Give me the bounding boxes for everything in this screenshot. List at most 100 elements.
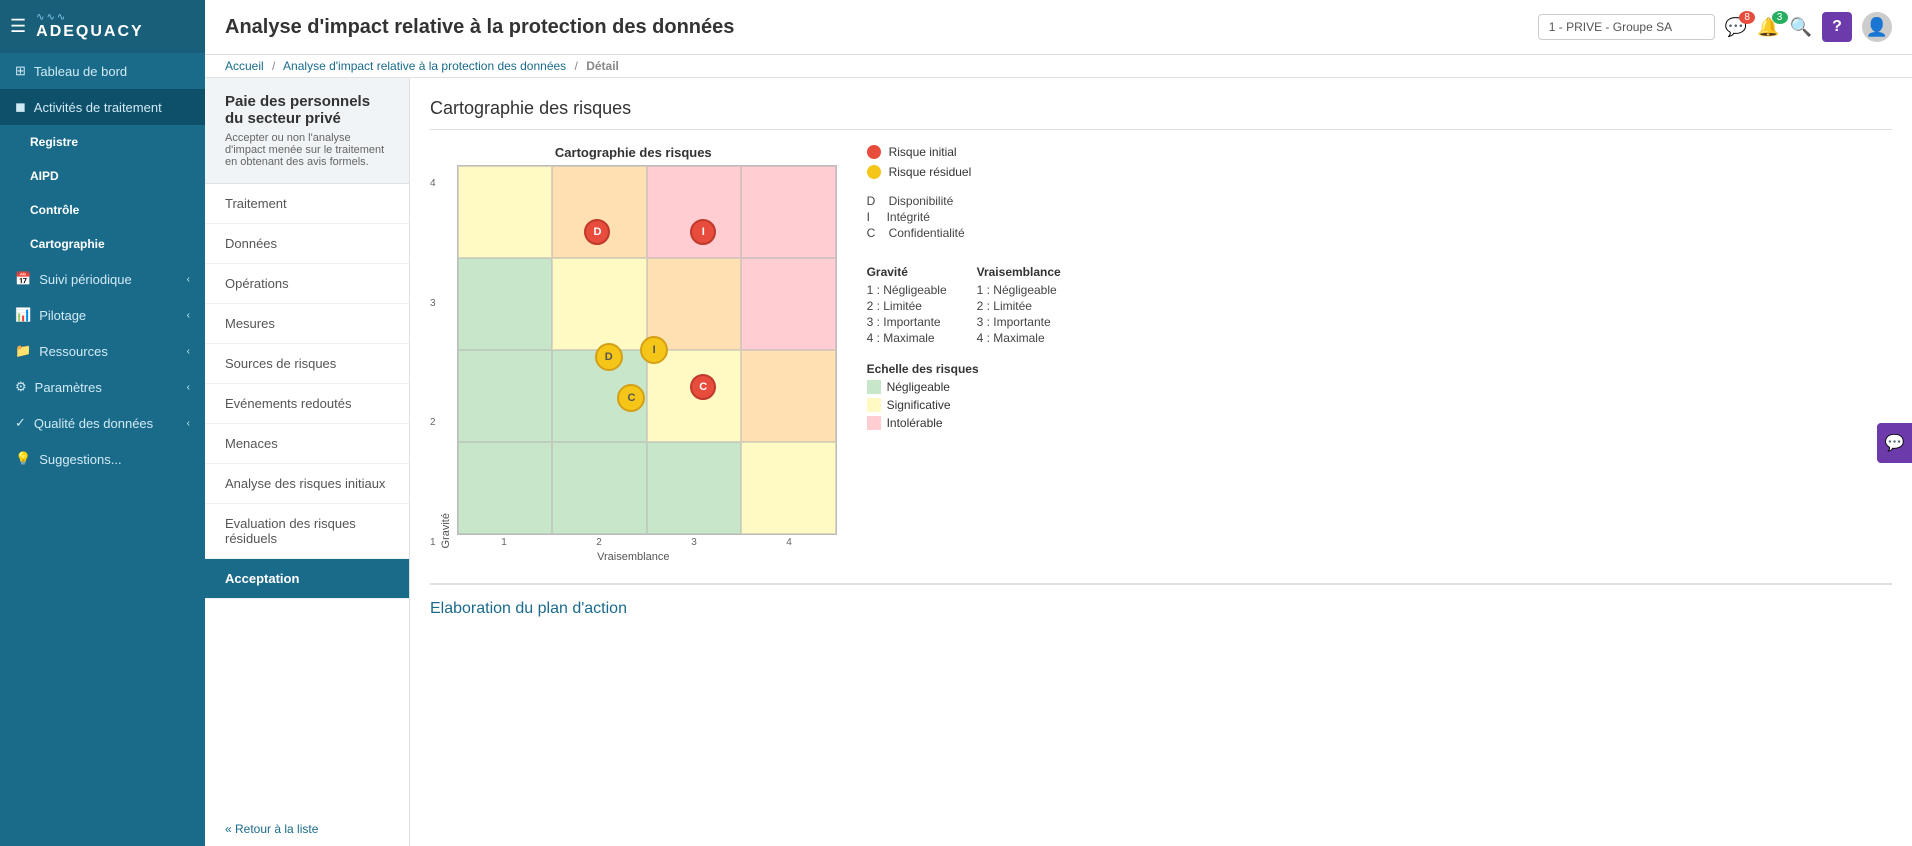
left-menu-donnees[interactable]: Données [205,224,409,264]
chevron-icon: ‹ [187,310,190,321]
data-point-I-residual-mid: I [640,336,668,364]
grid-cell-3-3 [647,258,742,350]
ressources-icon: 📁 [15,343,31,359]
vraisemblance-title: Vraisemblance [977,265,1061,279]
sidebar-item-suggestions[interactable]: 💡 Suggestions... [0,441,205,477]
grid-cell-2-1 [458,350,553,442]
legend-dim-I: I Intégrité [867,210,1147,224]
sidebar-item-registre[interactable]: Registre [0,125,205,159]
chart-area: Cartographie des risques 4 3 2 1 Gravité [430,145,837,563]
sidebar-item-aipd[interactable]: AIPD [0,159,205,193]
sidebar-item-suivi-periodique[interactable]: 📅 Suivi périodique ‹ [0,261,205,297]
sidebar-label: Activités de traitement [34,100,162,115]
sidebar-label: Pilotage [39,308,86,323]
elaboration-section: Elaboration du plan d'action [430,583,1892,618]
help-button[interactable]: ? [1822,12,1852,42]
sidebar-label: AIPD [30,169,59,183]
grid-cell-4-4 [741,166,836,258]
elaboration-link[interactable]: du plan d'action [515,600,627,617]
breadcrumb-detail: Détail [586,59,619,73]
legend-dim-C: C Confidentialité [867,226,1147,240]
sidebar-label: Contrôle [30,203,79,217]
gravite-4: 4 : Maximale [867,331,947,345]
chart-grid: D I D I C C [457,165,837,535]
echelle-box-negligeable [867,380,881,394]
legend-label-residuel: Risque résiduel [889,165,972,179]
elaboration-title: Elaboration du plan d'action [430,600,1892,618]
sidebar-item-activites-traitement[interactable]: ◼ Activités de traitement [0,89,205,125]
vraisemblance-4: 4 : Maximale [977,331,1061,345]
sidebar: ☰ ∿∿∿ ADEQUACY ⊞ Tableau de bord ◼ Activ… [0,0,205,846]
content-area: Paie des personnels du secteur privé Acc… [205,78,1912,846]
echelle-negligeable: Négligeable [867,380,1147,394]
parametres-icon: ⚙ [15,379,27,395]
legend-scales: Gravité 1 : Négligeable 2 : Limitée 3 : … [867,255,1147,347]
left-menu-operations[interactable]: Opérations [205,264,409,304]
avatar[interactable]: 👤 [1862,12,1892,42]
left-menu-evenements-redoutes[interactable]: Evénements redoutés [205,384,409,424]
left-menu-analyse-risques[interactable]: Analyse des risques initiaux [205,464,409,504]
x-axis-numbers: 1 2 3 4 [457,537,837,548]
page-header-subtitle: Accepter ou non l'analyse d'impact menée… [225,132,389,168]
chart-title: Cartographie des risques [430,145,837,160]
gravite-title: Gravité [867,265,947,279]
chat-notification[interactable]: 💬 8 [1725,17,1747,38]
chart-wrap: 4 3 2 1 Gravité [430,165,837,548]
sidebar-label: Registre [30,135,78,149]
left-menu-mesures[interactable]: Mesures [205,304,409,344]
breadcrumb-home[interactable]: Accueil [225,59,264,73]
echelle-label-negligeable: Négligeable [887,380,950,394]
page-header: Paie des personnels du secteur privé Acc… [205,78,409,184]
left-menu-menaces[interactable]: Menaces [205,424,409,464]
grid-cell-3-1 [458,258,553,350]
sidebar-label: Qualité des données [34,416,153,431]
back-link[interactable]: « Retour à la liste [205,812,409,846]
suggestions-icon: 💡 [15,451,31,467]
logo: ∿∿∿ ADEQUACY [36,12,144,41]
y-axis-labels: 4 3 2 1 [430,178,436,548]
suivi-icon: 📅 [15,271,31,287]
echelle-significative: Significative [867,398,1147,412]
sidebar-item-parametres[interactable]: ⚙ Paramètres ‹ [0,369,205,405]
echelle-title: Echelle des risques [867,362,1147,376]
sidebar-item-pilotage[interactable]: 📊 Pilotage ‹ [0,297,205,333]
legend-vraisemblance: Vraisemblance 1 : Négligeable 2 : Limité… [977,255,1061,347]
page-title-main: Analyse d'impact relative à la protectio… [225,16,1523,39]
bell-notification[interactable]: 🔔 3 [1757,17,1779,38]
legend-risque-residuel: Risque résiduel [867,165,1147,179]
search-button[interactable]: 🔍 [1790,17,1812,38]
gravite-3: 3 : Importante [867,315,947,329]
breadcrumb: Accueil / Analyse d'impact relative à la… [205,55,1912,78]
data-point-D-initial-top: D [584,219,610,245]
sidebar-item-controle[interactable]: Contrôle [0,193,205,227]
chat-fab-button[interactable]: 💬 [1877,423,1912,463]
sidebar-item-tableau-de-bord[interactable]: ⊞ Tableau de bord [0,53,205,89]
breadcrumb-aipd[interactable]: Analyse d'impact relative à la protectio… [283,59,566,73]
vraisemblance-3: 3 : Importante [977,315,1061,329]
left-menu-evaluation-residuels[interactable]: Evaluation des risques résiduels [205,504,409,559]
right-panel: Cartographie des risques Cartographie de… [410,78,1912,846]
org-selector[interactable] [1538,14,1715,40]
sidebar-label: Tableau de bord [34,64,127,79]
activites-icon: ◼ [15,99,26,115]
echelle-label-intolerable: Intolérable [887,416,943,430]
data-point-I-initial-top: I [690,219,716,245]
hamburger-icon[interactable]: ☰ [10,16,26,37]
grid-cell-1-3 [647,442,742,534]
sidebar-item-cartographie[interactable]: Cartographie [0,227,205,261]
grid-cell-1-2 [552,442,647,534]
sidebar-header: ☰ ∿∿∿ ADEQUACY [0,0,205,53]
legend-area: Risque initial Risque résiduel D Disponi… [867,145,1147,434]
sidebar-item-ressources[interactable]: 📁 Ressources ‹ [0,333,205,369]
echelle-box-intolerable [867,416,881,430]
sidebar-label: Suggestions... [39,452,121,467]
left-menu-traitement[interactable]: Traitement [205,184,409,224]
echelle-intolerable: Intolérable [867,416,1147,430]
left-menu-acceptation[interactable]: Acceptation [205,559,409,599]
main-area: Analyse d'impact relative à la protectio… [205,0,1912,846]
left-menu-sources-risques[interactable]: Sources de risques [205,344,409,384]
echelle-box-significative [867,398,881,412]
sidebar-item-qualite-donnees[interactable]: ✓ Qualité des données ‹ [0,405,205,441]
data-point-C-initial-mid: C [690,374,716,400]
legend-echelle: Echelle des risques Négligeable Signific… [867,362,1147,430]
